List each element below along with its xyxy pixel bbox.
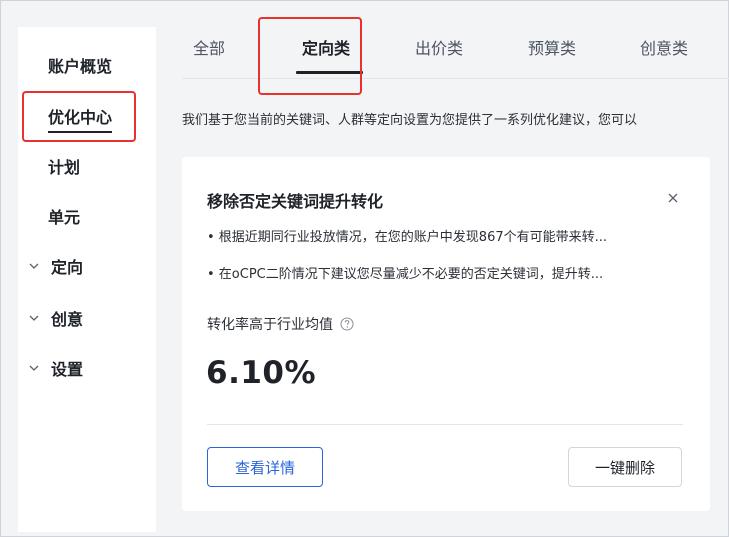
chevron-down-icon — [29, 363, 39, 373]
sidebar-item-label: 优化中心 — [48, 104, 113, 133]
metric-label: 转化率高于行业均值 — [207, 314, 354, 334]
sidebar-item-settings[interactable]: 设置 — [18, 350, 156, 386]
tab-bidding[interactable]: 出价类 — [415, 35, 463, 59]
close-icon[interactable] — [666, 190, 680, 204]
sidebar-item-label: 计划 — [48, 158, 81, 177]
sidebar-item-label: 定向 — [51, 258, 84, 277]
sidebar-item-account-overview[interactable]: 账户概览 — [18, 47, 156, 83]
sidebar-item-targeting[interactable]: 定向 — [18, 248, 156, 284]
one-click-delete-button[interactable]: 一键删除 — [568, 447, 682, 487]
tab-all[interactable]: 全部 — [193, 35, 225, 59]
sidebar-item-label: 设置 — [51, 360, 84, 379]
view-details-button[interactable]: 查看详情 — [207, 447, 323, 487]
intro-text: 我们基于您当前的关键词、人群等定向设置为您提供了一系列优化建议，您可以 — [182, 113, 638, 128]
help-icon[interactable] — [340, 317, 354, 331]
chevron-down-icon — [29, 261, 39, 271]
sidebar-item-label: 单元 — [48, 208, 81, 227]
sidebar-item-unit[interactable]: 单元 — [18, 198, 156, 234]
app-frame: 账户概览 优化中心 计划 单元 定向 创意 设置 全部 定向类 出价类 预算类 … — [0, 0, 729, 537]
chevron-down-icon — [29, 313, 39, 323]
card-title: 移除否定关键词提升转化 — [207, 192, 384, 211]
tab-targeting[interactable]: 定向类 — [302, 35, 350, 59]
divider — [207, 424, 683, 425]
sidebar-item-optimization-center[interactable]: 优化中心 — [18, 98, 156, 134]
suggestion-card: 移除否定关键词提升转化 • 根据近期同行业投放情况，在您的账户中发现867个有可… — [182, 157, 710, 511]
sidebar: 账户概览 优化中心 计划 单元 定向 创意 设置 — [18, 27, 156, 532]
sidebar-item-label: 账户概览 — [48, 57, 113, 76]
card-bullet: • 在oCPC二阶情况下建议您尽量减少不必要的否定关键词，提升转... — [207, 267, 604, 282]
sidebar-item-label: 创意 — [51, 310, 84, 329]
metric-value: 6.10% — [206, 355, 317, 391]
active-tab-indicator — [296, 71, 363, 74]
metric-label-text: 转化率高于行业均值 — [207, 317, 333, 333]
main-content: 全部 定向类 出价类 预算类 创意类 我们基于您当前的关键词、人群等定向设置为您… — [165, 1, 729, 537]
card-bullet: • 根据近期同行业投放情况，在您的账户中发现867个有可能带来转... — [207, 230, 608, 245]
tab-bar: 全部 定向类 出价类 预算类 创意类 — [182, 1, 729, 79]
sidebar-item-plan[interactable]: 计划 — [18, 148, 156, 184]
tab-creative[interactable]: 创意类 — [640, 35, 688, 59]
tab-budget[interactable]: 预算类 — [528, 35, 576, 59]
sidebar-item-creative[interactable]: 创意 — [18, 300, 156, 336]
